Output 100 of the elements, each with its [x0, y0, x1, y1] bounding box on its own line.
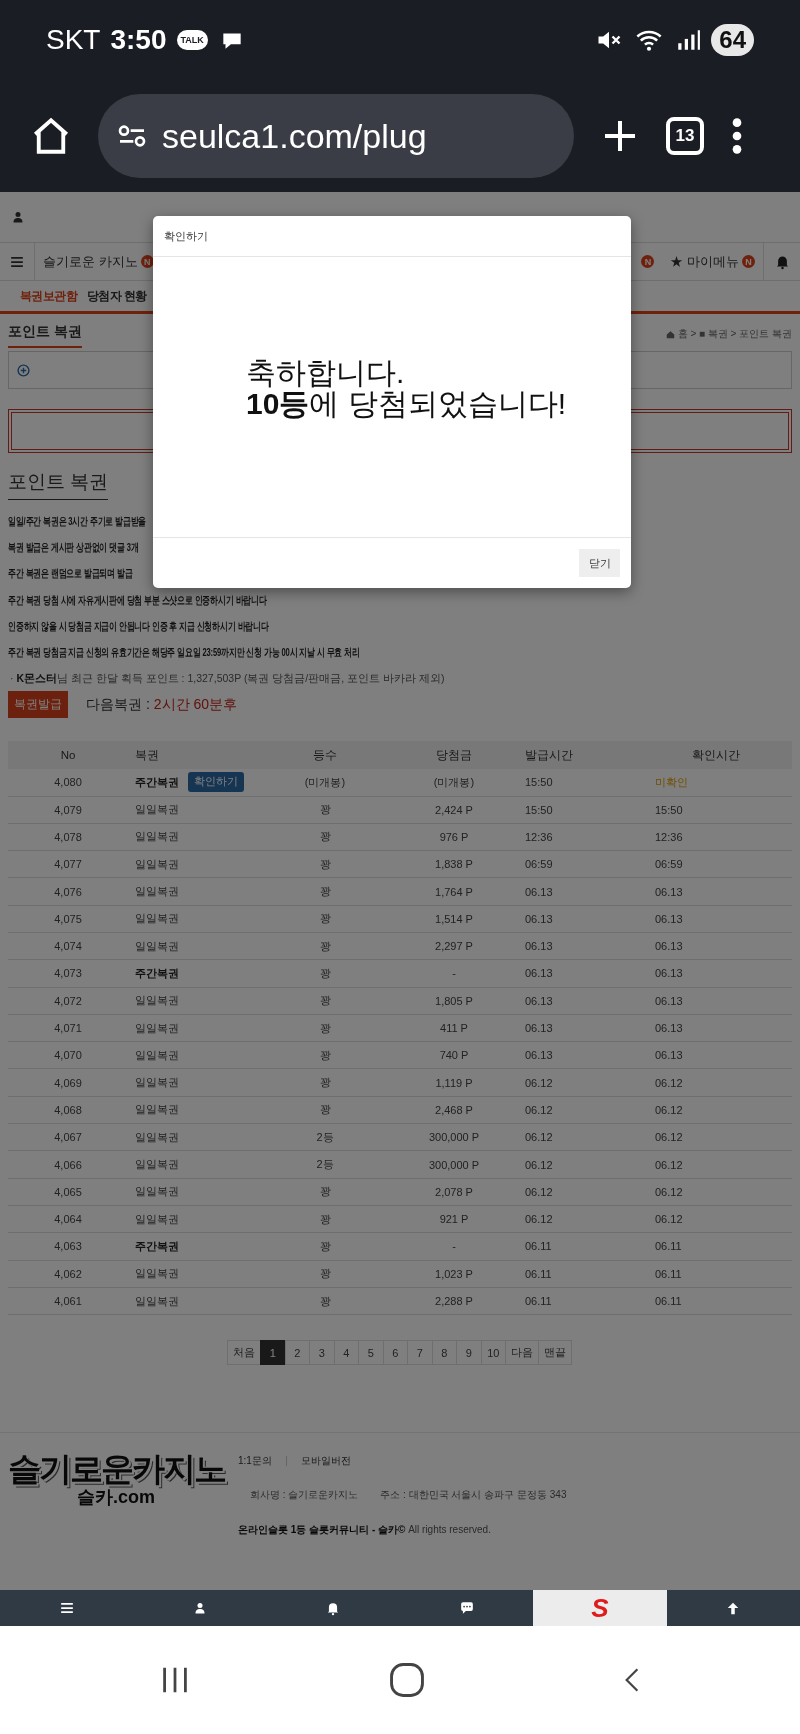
page-button[interactable]: 6: [382, 1340, 408, 1366]
table-cell-text: 06.13: [654, 1022, 684, 1035]
table-cell: 일일복권: [135, 1129, 179, 1145]
table-cell-text: (미개봉): [432, 774, 476, 790]
new-badge: N: [742, 255, 755, 268]
table-cell-text: 4,069: [53, 1076, 83, 1089]
result-message: 축하합니다.: [246, 357, 406, 388]
more-options-icon: [730, 116, 744, 156]
rule-text: 일일/주간 복권은 3시간 주기로 발급받을: [8, 514, 147, 529]
table-cell-text: 4,070: [53, 1049, 83, 1062]
user-icon: [12, 210, 24, 224]
table-cell-text: 1,764 P: [434, 885, 474, 898]
address-bar[interactable]: seulca1.com/plug: [98, 94, 574, 178]
page-button[interactable]: 4: [333, 1340, 359, 1366]
talk-icon: TALK: [176, 30, 208, 50]
table-cell: 일일복권: [135, 1266, 179, 1282]
table-cell-text: 06.13: [654, 940, 684, 953]
table-cell-text: 2,424 P: [434, 803, 474, 816]
table-cell-text: 꽝: [318, 1102, 332, 1118]
page-button[interactable]: 2: [284, 1340, 310, 1366]
subtab[interactable]: 복권보관함: [20, 287, 77, 305]
footer-link[interactable]: 모바일버전: [300, 1454, 351, 1468]
home-icon: [665, 329, 675, 339]
table-cell-text: 06.12: [524, 1185, 554, 1198]
table-cell: 일일복권: [135, 1211, 179, 1227]
page-button[interactable]: 1: [260, 1340, 286, 1366]
table-cell-text: 921 P: [438, 1213, 470, 1226]
page-heading: 포인트 복권: [8, 469, 109, 500]
table-cell-text: 꽝: [318, 1266, 332, 1282]
arrow-up-icon: [726, 1600, 741, 1616]
table-cell-text: 06.13: [524, 967, 554, 980]
next-ticket-label: 다음복권 :: [86, 695, 150, 714]
url-text: seulca1.com/plug: [162, 116, 427, 156]
table-cell-text: 740 P: [438, 1049, 470, 1062]
table-cell-text: 411 P: [439, 1022, 469, 1035]
page-button[interactable]: 5: [358, 1340, 384, 1366]
check-button[interactable]: 확인하기: [188, 772, 244, 793]
table-cell-text: 06.12: [524, 1158, 554, 1171]
subtab[interactable]: 당첨자 현황: [87, 287, 147, 305]
table-cell-text: 미확인: [654, 774, 689, 790]
table-cell-text: 06.13: [654, 994, 684, 1007]
table-cell-text: 06.12: [654, 1185, 684, 1198]
recent-apps-icon: [160, 1667, 189, 1693]
menu-icon: [59, 1601, 74, 1615]
table-cell: 일일복권: [135, 993, 179, 1009]
plus-circle-icon: [17, 363, 30, 377]
page-button[interactable]: 7: [407, 1340, 433, 1366]
table-cell: 일일복권: [135, 911, 179, 927]
table-cell-text: 06.13: [524, 994, 554, 1007]
table-cell-text: 06.11: [524, 1295, 553, 1307]
table-cell-text: 12:36: [654, 830, 684, 843]
rule-text: 주간 복권은 랜덤으로 발급되며 발급: [8, 566, 133, 582]
column-header: 확인시간: [691, 747, 741, 763]
table-cell-text: 976 P: [438, 830, 470, 843]
page-button[interactable]: 8: [431, 1340, 457, 1366]
table-cell-text: -: [451, 967, 457, 980]
nav-item[interactable]: ★ 마이메뉴: [670, 252, 739, 271]
tab-count-button[interactable]: 13: [666, 117, 704, 155]
table-cell-text: 06:59: [654, 858, 684, 871]
table-cell-text: 4,065: [53, 1185, 83, 1198]
footer-link[interactable]: 1:1문의: [238, 1454, 272, 1468]
next-page-button[interactable]: 다음: [505, 1340, 539, 1366]
table-cell-text: 06:59: [524, 858, 554, 871]
page-button[interactable]: 9: [456, 1340, 482, 1366]
table-cell-text: 06.12: [654, 1131, 684, 1144]
page-button[interactable]: 10: [480, 1340, 506, 1366]
table-cell-text: 06.13: [654, 912, 684, 925]
site-logo[interactable]: S: [591, 1593, 609, 1623]
table-cell-text: 06.12: [654, 1103, 684, 1116]
table-cell-text: 2,288 P: [434, 1295, 474, 1307]
table-cell-text: 1,838 P: [434, 858, 474, 871]
table-cell-text: 꽝: [318, 993, 332, 1009]
rule-text: 복권 발급은 게시판 상관없이 댓글 3개: [8, 540, 139, 556]
table-cell-text: 4,077: [53, 858, 83, 871]
page-button[interactable]: 3: [309, 1340, 335, 1366]
table-cell-text: 12:36: [524, 830, 554, 843]
section-title: 포인트 복권: [8, 323, 82, 348]
table-cell-text: 2,468 P: [434, 1103, 474, 1116]
nav-item[interactable]: 슬기로운 카지노: [43, 252, 138, 271]
last-page-button[interactable]: 맨끝: [538, 1340, 572, 1366]
table-cell-text: 06.11: [654, 1240, 683, 1253]
footer-logo-domain: 슬카.com: [77, 1487, 155, 1507]
table-cell-text: 꽝: [318, 1184, 332, 1200]
table-cell-text: 4,076: [53, 885, 83, 898]
table-cell-text: 1,119 P: [434, 1076, 474, 1089]
table-cell: 일일복권: [135, 884, 179, 900]
chat-icon: [458, 1601, 475, 1615]
table-cell-text: 300,000 P: [427, 1158, 481, 1171]
footer-logo: 슬기로운카지노: [7, 1451, 225, 1487]
home-button-icon: [390, 1663, 424, 1697]
table-cell: 주간복권: [135, 965, 179, 981]
first-page-button[interactable]: 처음: [227, 1340, 261, 1366]
issue-ticket-button[interactable]: 복권발급: [8, 691, 68, 719]
table-cell-text: 2등: [315, 1157, 335, 1172]
table-cell-text: 꽝: [318, 1211, 332, 1227]
close-button[interactable]: 닫기: [579, 549, 620, 577]
table-cell-text: 06.13: [524, 940, 554, 953]
modal-title: 확인하기: [164, 228, 208, 244]
table-cell-text: 꽝: [318, 1047, 332, 1063]
breadcrumb: 홈 > ■ 복권 > 포인트 복권: [677, 327, 792, 341]
